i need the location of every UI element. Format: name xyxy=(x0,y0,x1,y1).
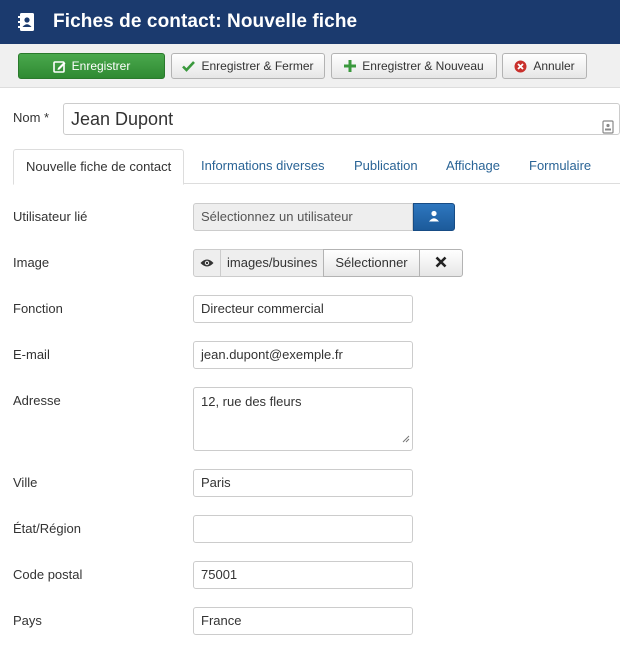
linked-user-row: Utilisateur lié Sélectionnez un utilisat… xyxy=(13,203,613,231)
save-new-button[interactable]: Enregistrer & Nouveau xyxy=(331,53,497,79)
image-preview-button[interactable] xyxy=(193,249,221,277)
select-user-button[interactable] xyxy=(413,203,455,231)
city-field[interactable]: Paris xyxy=(193,469,413,497)
state-field[interactable] xyxy=(193,515,413,543)
cancel-label: Annuler xyxy=(533,59,575,73)
contact-card-icon xyxy=(602,113,614,143)
address-book-icon xyxy=(18,12,36,32)
linked-user-field[interactable]: Sélectionnez un utilisateur xyxy=(193,203,413,231)
save-new-label: Enregistrer & Nouveau xyxy=(362,59,484,73)
postcode-label: Code postal xyxy=(13,567,83,582)
tab-new-contact[interactable]: Nouvelle fiche de contact xyxy=(13,149,185,185)
state-label: État/Région xyxy=(13,521,81,536)
image-row: Image images/busines Sélectionner xyxy=(13,249,613,277)
address-textarea[interactable]: 12, rue des fleurs xyxy=(193,387,413,451)
linked-user-label: Utilisateur lié xyxy=(13,209,88,224)
country-field[interactable]: France xyxy=(193,607,413,635)
city-row: Ville Paris xyxy=(13,469,613,497)
plus-icon xyxy=(344,60,357,72)
image-clear-button[interactable] xyxy=(419,249,463,277)
resize-handle-icon[interactable] xyxy=(402,430,410,448)
tab-form[interactable]: Formulaire xyxy=(529,149,591,184)
cancel-button[interactable]: Annuler xyxy=(502,53,587,79)
save-close-button[interactable]: Enregistrer & Fermer xyxy=(171,53,325,79)
image-path-field[interactable]: images/busines xyxy=(220,249,324,277)
image-select-button[interactable]: Sélectionner xyxy=(323,249,420,277)
name-value: Jean Dupont xyxy=(71,109,174,129)
state-row: État/Région xyxy=(13,515,613,543)
eye-icon xyxy=(200,256,214,271)
tab-display[interactable]: Affichage xyxy=(446,149,500,184)
save-button[interactable]: Enregistrer xyxy=(18,53,165,79)
address-label: Adresse xyxy=(13,393,61,408)
close-icon xyxy=(435,256,447,271)
toolbar: Enregistrer Enregistrer & Fermer Enregis… xyxy=(0,44,620,88)
name-field[interactable]: Jean Dupont xyxy=(63,103,620,135)
country-row: Pays France xyxy=(13,607,613,635)
city-label: Ville xyxy=(13,475,38,490)
name-row: Nom * Jean Dupont xyxy=(13,103,620,135)
position-field[interactable]: Directeur commercial xyxy=(193,295,413,323)
user-icon xyxy=(428,210,440,225)
edit-icon xyxy=(52,60,66,73)
page-header: Fiches de contact: Nouvelle fiche xyxy=(0,0,620,44)
email-row: E-mail jean.dupont@exemple.fr xyxy=(13,341,613,369)
country-label: Pays xyxy=(13,613,42,628)
position-row: Fonction Directeur commercial xyxy=(13,295,613,323)
save-close-label: Enregistrer & Fermer xyxy=(201,59,314,73)
postcode-field[interactable]: 75001 xyxy=(193,561,413,589)
page-title: Fiches de contact: Nouvelle fiche xyxy=(53,11,358,32)
postcode-row: Code postal 75001 xyxy=(13,561,613,589)
image-label: Image xyxy=(13,255,50,270)
address-row: Adresse 12, rue des fleurs xyxy=(13,387,613,451)
tab-publishing[interactable]: Publication xyxy=(354,149,418,184)
email-label: E-mail xyxy=(13,347,50,362)
cancel-circle-icon xyxy=(514,60,527,73)
tab-bar: Nouvelle fiche de contact Informations d… xyxy=(13,149,620,185)
check-icon xyxy=(182,60,196,72)
position-label: Fonction xyxy=(13,301,63,316)
email-field[interactable]: jean.dupont@exemple.fr xyxy=(193,341,413,369)
address-value: 12, rue des fleurs xyxy=(201,394,302,409)
name-label: Nom * xyxy=(13,110,50,125)
tab-misc-info[interactable]: Informations diverses xyxy=(201,149,325,184)
save-button-label: Enregistrer xyxy=(71,59,131,73)
